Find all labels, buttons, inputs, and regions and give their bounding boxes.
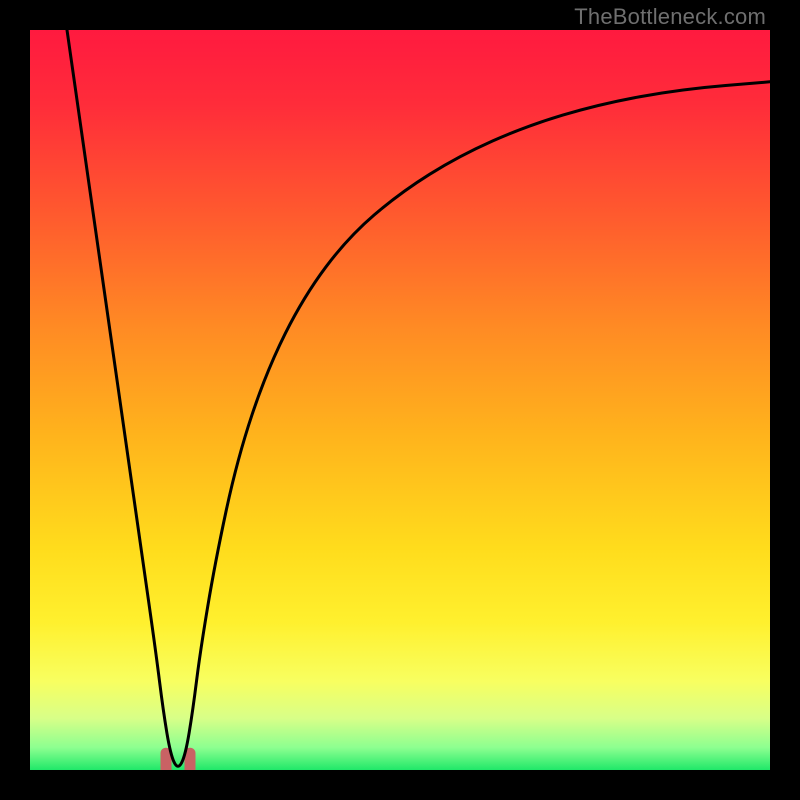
bottleneck-plot — [30, 30, 770, 770]
watermark-text: TheBottleneck.com — [574, 4, 766, 30]
gradient-background — [30, 30, 770, 770]
plot-frame — [30, 30, 770, 770]
